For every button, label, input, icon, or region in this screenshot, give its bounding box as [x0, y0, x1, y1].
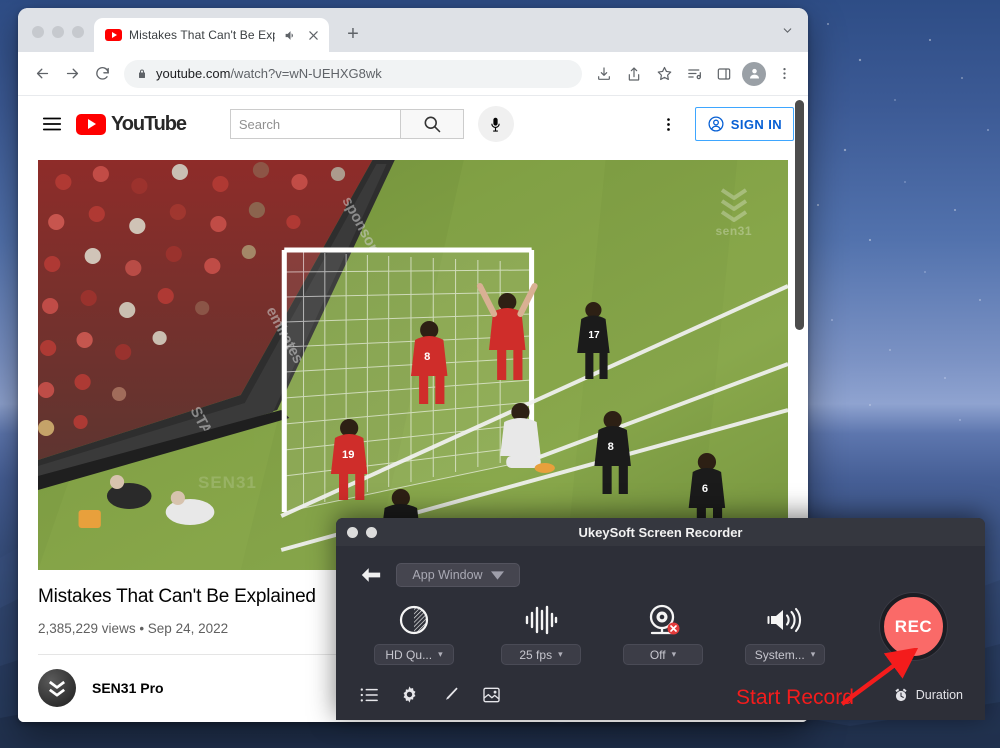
- video-watermark-text: sen31: [715, 224, 752, 238]
- url-domain: youtube.com: [156, 66, 231, 81]
- tab-title: Mistakes That Can't Be Exp: [129, 28, 275, 42]
- option-webcam[interactable]: Off ▾: [602, 601, 724, 665]
- webcam-off-icon: [645, 601, 681, 639]
- webcam-value: Off: [649, 647, 666, 662]
- contrast-circle-icon: [398, 601, 430, 639]
- quality-dropdown[interactable]: HD Qu... ▾: [374, 644, 454, 665]
- svg-text:19: 19: [342, 449, 354, 461]
- chevron-down-icon: [490, 570, 504, 580]
- youtube-icon: [105, 29, 122, 41]
- option-quality[interactable]: HD Qu... ▾: [348, 601, 480, 665]
- arrow-left-icon[interactable]: [28, 60, 56, 88]
- account-circle-icon: [707, 115, 725, 133]
- video-watermark-bottom: SEN31: [198, 473, 257, 492]
- speaker-icon[interactable]: [282, 27, 298, 43]
- three-dots-vertical-icon[interactable]: [653, 108, 685, 140]
- youtube-logo[interactable]: YouTube: [76, 112, 187, 136]
- channel-avatar-icon[interactable]: [38, 669, 76, 707]
- close-icon[interactable]: [305, 27, 321, 43]
- youtube-search: Search: [229, 109, 464, 139]
- svg-text:8: 8: [608, 441, 614, 453]
- speaker-icon: [767, 601, 803, 639]
- recorder-tools: [360, 685, 501, 704]
- three-dots-vertical-icon[interactable]: [770, 60, 798, 88]
- chevron-down-icon: ▾: [558, 649, 563, 659]
- audio-value: System...: [754, 647, 805, 662]
- lock-icon: [136, 68, 148, 80]
- sign-in-button[interactable]: SIGN IN: [694, 107, 794, 141]
- chevron-down-icon: ▾: [438, 649, 443, 659]
- chevron-down-icon[interactable]: [781, 24, 794, 42]
- youtube-play-icon: [76, 113, 106, 135]
- new-tab-button[interactable]: +: [339, 20, 367, 48]
- arrow-right-icon[interactable]: [58, 60, 86, 88]
- address-bar[interactable]: youtube.com/watch?v=wN-UEHXG8wk: [124, 59, 582, 88]
- reading-list-icon[interactable]: [680, 60, 708, 88]
- channel-name: SEN31 Pro: [92, 680, 164, 696]
- close-window-button[interactable]: [32, 26, 44, 38]
- share-icon[interactable]: [620, 60, 648, 88]
- duration-label: Duration: [915, 687, 963, 702]
- window-controls: [26, 26, 94, 52]
- audio-dropdown[interactable]: System... ▾: [745, 644, 825, 665]
- capture-source-dropdown[interactable]: App Window: [396, 563, 520, 587]
- desktop: Mistakes That Can't Be Exp + youtube.com…: [0, 0, 1000, 748]
- browser-tab[interactable]: Mistakes That Can't Be Exp: [94, 18, 329, 52]
- webcam-dropdown[interactable]: Off ▾: [623, 644, 703, 665]
- youtube-header-right: SIGN IN: [653, 107, 794, 141]
- svg-text:6: 6: [702, 483, 708, 495]
- annotation-label: Start Record: [736, 686, 854, 709]
- video-player[interactable]: sponsor emirates STA 8 17 8 6 19 sen31 S…: [38, 160, 788, 570]
- svg-text:17: 17: [588, 330, 600, 341]
- youtube-logo-text: YouTube: [111, 112, 187, 135]
- gear-icon[interactable]: [400, 685, 419, 704]
- option-audio[interactable]: System... ▾: [724, 601, 846, 665]
- chevron-down-icon: ▾: [671, 649, 677, 659]
- sign-in-label: SIGN IN: [730, 116, 782, 132]
- pen-icon[interactable]: [441, 685, 460, 704]
- microphone-icon[interactable]: [477, 106, 514, 142]
- page-scrollbar[interactable]: [795, 100, 804, 330]
- svg-text:8: 8: [424, 351, 430, 363]
- minimize-window-button[interactable]: [52, 26, 64, 38]
- reload-icon[interactable]: [88, 60, 116, 88]
- tab-strip: Mistakes That Can't Be Exp +: [18, 8, 808, 52]
- framerate-value: 25 fps: [519, 647, 553, 662]
- youtube-header: YouTube Search SIGN IN: [18, 96, 808, 152]
- hamburger-icon[interactable]: [32, 104, 72, 144]
- option-framerate[interactable]: 25 fps ▾: [480, 601, 602, 665]
- recorder-title-bar: UkeySoft Screen Recorder: [336, 518, 985, 546]
- framerate-dropdown[interactable]: 25 fps ▾: [501, 644, 581, 665]
- download-icon[interactable]: [590, 60, 618, 88]
- star-icon[interactable]: [650, 60, 678, 88]
- video-watermark: sen31: [715, 182, 752, 238]
- url-path: /watch?v=wN-UEHXG8wk: [230, 66, 382, 81]
- chevron-down-icon: ▾: [810, 649, 816, 659]
- search-icon[interactable]: [399, 109, 464, 139]
- browser-toolbar: youtube.com/watch?v=wN-UEHXG8wk: [18, 52, 808, 96]
- side-panel-icon[interactable]: [710, 60, 738, 88]
- recorder-source-row: App Window: [336, 546, 985, 587]
- maximize-window-button[interactable]: [72, 26, 84, 38]
- capture-source-label: App Window: [412, 568, 483, 582]
- search-input[interactable]: Search: [229, 109, 400, 139]
- list-icon[interactable]: [360, 687, 378, 703]
- waveform-icon: [524, 601, 558, 639]
- person-icon[interactable]: [742, 61, 766, 86]
- image-icon[interactable]: [482, 686, 501, 704]
- arrow-left-icon[interactable]: [360, 566, 382, 584]
- quality-value: HD Qu...: [385, 647, 433, 662]
- recorder-window-title: UkeySoft Screen Recorder: [578, 524, 743, 540]
